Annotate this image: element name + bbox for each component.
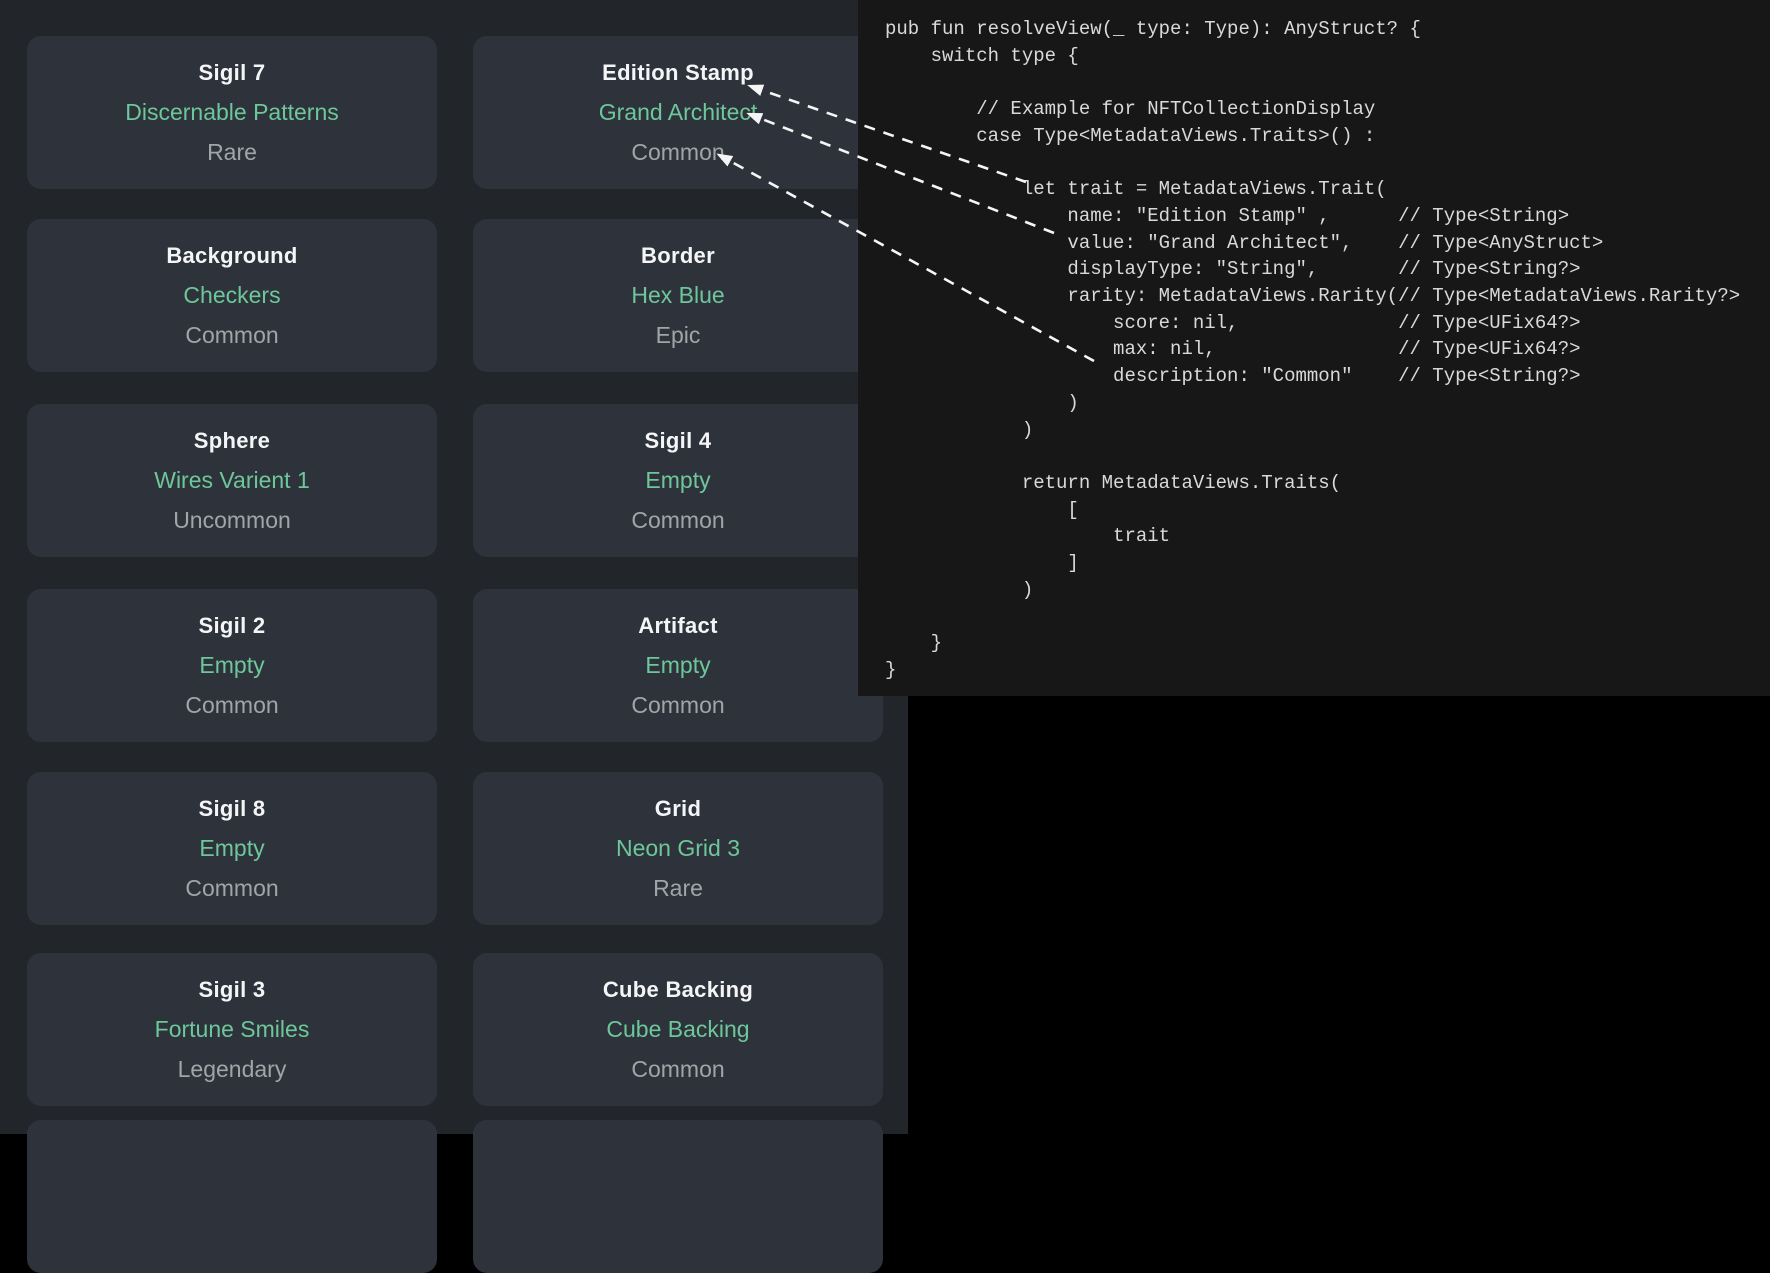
trait-card-sigil-7: Sigil 7 Discernable Patterns Rare: [27, 36, 437, 189]
trait-name: Border: [641, 243, 715, 269]
code-panel: pub fun resolveView(_ type: Type): AnySt…: [858, 0, 1770, 696]
trait-card-partial: [473, 1120, 883, 1273]
screenshot-root: { "colors": { "background": "#000000", "…: [0, 0, 1770, 1134]
trait-name: Background: [166, 243, 297, 269]
trait-card-cube-backing: Cube Backing Cube Backing Common: [473, 953, 883, 1106]
trait-value: Cube Backing: [606, 1016, 749, 1043]
traits-panel: Sigil 7 Discernable Patterns Rare Editio…: [0, 0, 908, 1134]
trait-card-grid: Grid Neon Grid 3 Rare: [473, 772, 883, 925]
trait-value: Wires Varient 1: [154, 467, 310, 494]
trait-card-background: Background Checkers Common: [27, 219, 437, 372]
trait-name: Artifact: [638, 613, 717, 639]
trait-rarity: Uncommon: [173, 507, 291, 534]
trait-rarity: Common: [631, 139, 724, 166]
trait-card-sphere: Sphere Wires Varient 1 Uncommon: [27, 404, 437, 557]
trait-name: Grid: [655, 796, 701, 822]
trait-rarity: Common: [631, 1056, 724, 1083]
trait-name: Sigil 7: [199, 60, 266, 86]
trait-value: Empty: [645, 652, 710, 679]
code-block: pub fun resolveView(_ type: Type): AnySt…: [858, 0, 1770, 684]
trait-rarity: Rare: [207, 139, 257, 166]
trait-card-artifact: Artifact Empty Common: [473, 589, 883, 742]
trait-rarity: Common: [185, 322, 278, 349]
trait-name: Sigil 4: [645, 428, 712, 454]
trait-rarity: Common: [185, 692, 278, 719]
trait-name: Edition Stamp: [602, 60, 754, 86]
trait-card-border: Border Hex Blue Epic: [473, 219, 883, 372]
trait-rarity: Common: [631, 692, 724, 719]
trait-rarity: Common: [631, 507, 724, 534]
trait-value: Grand Architect: [599, 99, 758, 126]
trait-card-sigil-2: Sigil 2 Empty Common: [27, 589, 437, 742]
trait-card-partial: [27, 1120, 437, 1273]
trait-card-sigil-8: Sigil 8 Empty Common: [27, 772, 437, 925]
trait-card-sigil-3: Sigil 3 Fortune Smiles Legendary: [27, 953, 437, 1106]
trait-value: Empty: [645, 467, 710, 494]
trait-name: Sigil 8: [199, 796, 266, 822]
trait-name: Cube Backing: [603, 977, 753, 1003]
trait-value: Empty: [199, 835, 264, 862]
trait-rarity: Rare: [653, 875, 703, 902]
code-text: pub fun resolveView(_ type: Type): AnySt…: [885, 18, 1740, 681]
trait-card-edition-stamp: Edition Stamp Grand Architect Common: [473, 36, 883, 189]
trait-name: Sigil 3: [199, 977, 266, 1003]
trait-name: Sigil 2: [199, 613, 266, 639]
trait-rarity: Epic: [656, 322, 701, 349]
trait-value: Hex Blue: [631, 282, 724, 309]
trait-rarity: Common: [185, 875, 278, 902]
trait-value: Discernable Patterns: [125, 99, 339, 126]
trait-value: Checkers: [183, 282, 280, 309]
trait-value: Fortune Smiles: [155, 1016, 310, 1043]
trait-value: Empty: [199, 652, 264, 679]
trait-rarity: Legendary: [178, 1056, 287, 1083]
trait-card-sigil-4: Sigil 4 Empty Common: [473, 404, 883, 557]
trait-value: Neon Grid 3: [616, 835, 740, 862]
trait-name: Sphere: [194, 428, 270, 454]
